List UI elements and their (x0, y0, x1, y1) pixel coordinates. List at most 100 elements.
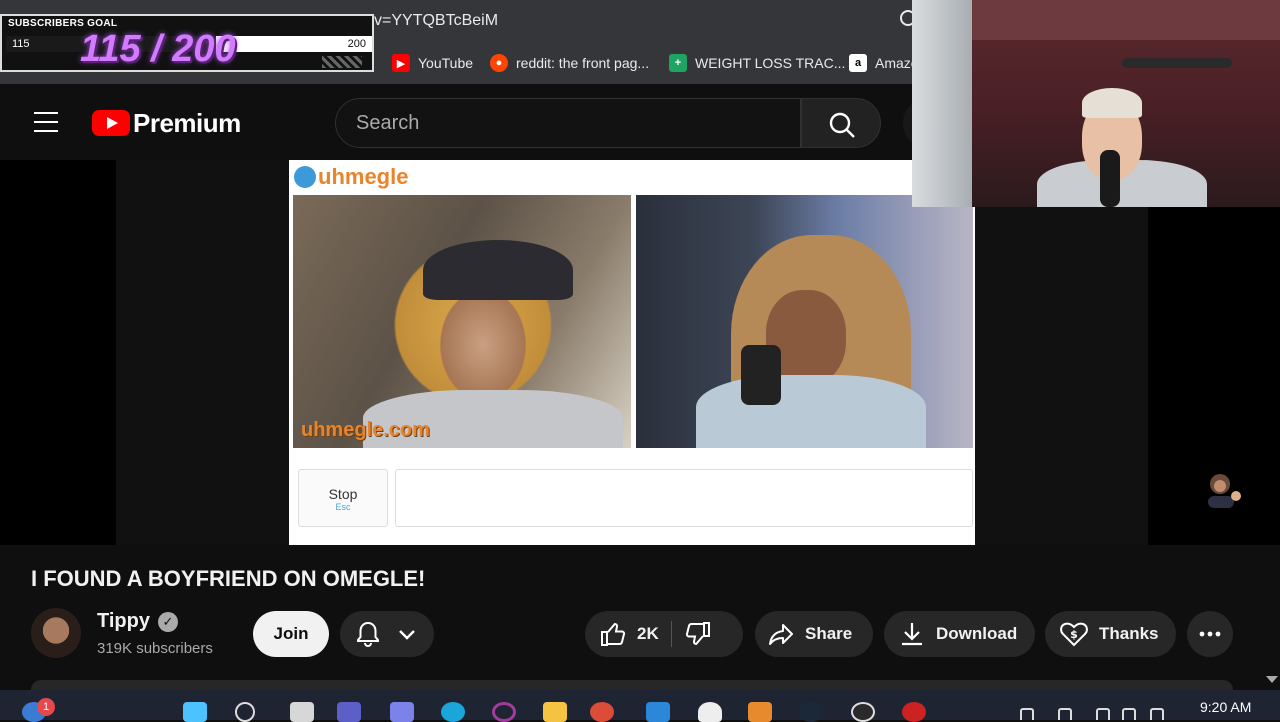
video-title: I FOUND A BOYFRIEND ON OMEGLE! (31, 566, 426, 591)
description-box[interactable] (31, 680, 1233, 690)
subgoal-current: 115 (12, 38, 30, 50)
bookmark-label: reddit: the front pag... (516, 55, 650, 71)
bookmark-youtube[interactable]: ▶ YouTube (392, 52, 473, 74)
channel-avatar[interactable] (31, 608, 81, 658)
chrome-icon[interactable] (590, 702, 614, 722)
app-red-icon[interactable] (902, 702, 926, 722)
download-icon (902, 623, 922, 646)
notification-badge: 1 (37, 698, 55, 716)
subscriber-count: 319K subscribers (97, 640, 213, 657)
thanks-label: Thanks (1099, 624, 1159, 643)
steam-icon[interactable] (799, 702, 823, 722)
search-icon (829, 112, 855, 138)
download-button[interactable]: Download (884, 611, 1035, 657)
tray-chevron-up-icon[interactable] (1020, 708, 1034, 720)
thanks-button[interactable]: $ Thanks (1045, 611, 1176, 657)
microphone (1100, 150, 1120, 207)
ceiling-fan (1122, 58, 1232, 68)
stop-hint: Esc (335, 502, 351, 512)
taskbar-clock[interactable]: 9:20 AM (1200, 699, 1251, 715)
search-button[interactable] (801, 98, 881, 148)
cap (423, 240, 573, 300)
video-frame-uhmegle: uhmegle uhmegle.com Stop Esc (289, 160, 975, 545)
address-bar[interactable]: v=YYTQBTcBeiM (370, 6, 930, 36)
share-label: Share (805, 624, 853, 643)
search-input[interactable]: Search (335, 98, 801, 148)
beanie (1082, 88, 1142, 118)
like-dislike-group: 2K (585, 611, 743, 657)
bell-icon (357, 621, 379, 647)
like-button[interactable]: 2K (585, 620, 659, 648)
bookmark-weight-loss[interactable]: + WEIGHT LOSS TRAC... (669, 52, 845, 74)
heart-dollar-icon: $ (1060, 622, 1088, 647)
youtube-premium-label[interactable]: Premium (133, 108, 241, 139)
hamburger-menu-icon[interactable] (34, 112, 58, 132)
edge-icon[interactable] (441, 702, 465, 722)
ghost-app-icon[interactable] (698, 702, 722, 722)
share-button[interactable]: Share (755, 611, 873, 657)
like-divider (670, 621, 672, 647)
bookmark-reddit[interactable]: ● reddit: the front pag... (490, 52, 649, 74)
bookmark-amazon[interactable]: a Amazo (849, 52, 919, 74)
uhmegle-watermark: uhmegle.com (301, 419, 430, 441)
file-explorer-icon[interactable] (543, 702, 567, 722)
task-view-icon[interactable] (290, 702, 314, 722)
more-actions-button[interactable] (1187, 611, 1233, 657)
thumbs-down-icon (685, 622, 710, 646)
youtube-icon: ▶ (392, 54, 410, 72)
bookmark-label: YouTube (418, 55, 474, 71)
share-icon (769, 624, 793, 645)
stop-button: Stop Esc (298, 469, 388, 527)
streamer-camera (636, 195, 973, 448)
search-taskbar-icon[interactable] (235, 702, 255, 722)
tray-mic-icon[interactable] (1058, 708, 1072, 720)
like-count: 2K (637, 624, 659, 643)
uhmegle-logo: uhmegle (294, 164, 408, 190)
creator-avatar-watermark-icon (1208, 474, 1241, 508)
microphone (741, 345, 781, 405)
ceiling (972, 0, 1280, 40)
chevron-down-icon (399, 630, 415, 640)
subscriber-goal-overlay: SUBSCRIBERS GOAL 115 200 115 / 200 (0, 14, 374, 72)
channel-name-link[interactable]: Tippy ✓ (97, 610, 178, 633)
download-label: Download (936, 624, 1018, 643)
bookmark-label: WEIGHT LOSS TRAC... (695, 55, 846, 71)
start-icon[interactable] (183, 702, 207, 722)
channel-name: Tippy (97, 610, 150, 632)
decorative-stripes (322, 56, 362, 68)
youtube-logo-icon[interactable] (92, 110, 130, 136)
thumbs-up-icon (601, 622, 626, 646)
join-button[interactable]: Join (253, 611, 329, 657)
copilot-icon[interactable] (390, 702, 414, 722)
subgoal-display: 115 / 200 (80, 28, 236, 70)
shirt (696, 375, 926, 448)
tray-display-icon[interactable] (1096, 708, 1110, 720)
stop-label: Stop (328, 486, 358, 502)
obs-icon[interactable] (851, 702, 875, 722)
dislike-button[interactable] (684, 620, 712, 648)
app-ring-icon[interactable] (492, 702, 516, 722)
stranger-camera: uhmegle.com (293, 195, 631, 448)
svg-text:$: $ (1070, 628, 1078, 641)
tray-volume-icon[interactable] (1122, 708, 1136, 720)
app-orange-icon[interactable] (748, 702, 772, 722)
teams-icon[interactable] (337, 702, 361, 722)
streamer-webcam-overlay (912, 0, 1280, 207)
window (912, 0, 972, 207)
scroll-down-arrow-icon[interactable] (1266, 676, 1278, 683)
video-letterbox-left (0, 160, 116, 545)
tray-battery-icon[interactable] (1150, 708, 1164, 720)
chat-input (395, 469, 973, 527)
subgoal-target: 200 (347, 38, 366, 50)
more-horizontal-icon (1199, 631, 1221, 637)
windows-taskbar (0, 690, 1280, 722)
uhmegle-face-icon (294, 166, 316, 188)
notifications-button[interactable] (340, 611, 434, 657)
amazon-icon: a (849, 54, 867, 72)
uhmegle-site-name: uhmegle (318, 164, 409, 189)
sheets-icon: + (669, 54, 687, 72)
reddit-icon: ● (490, 54, 508, 72)
store-icon[interactable] (646, 702, 670, 722)
verified-check-icon: ✓ (157, 611, 178, 632)
youtube-header: Premium Search (0, 84, 933, 160)
